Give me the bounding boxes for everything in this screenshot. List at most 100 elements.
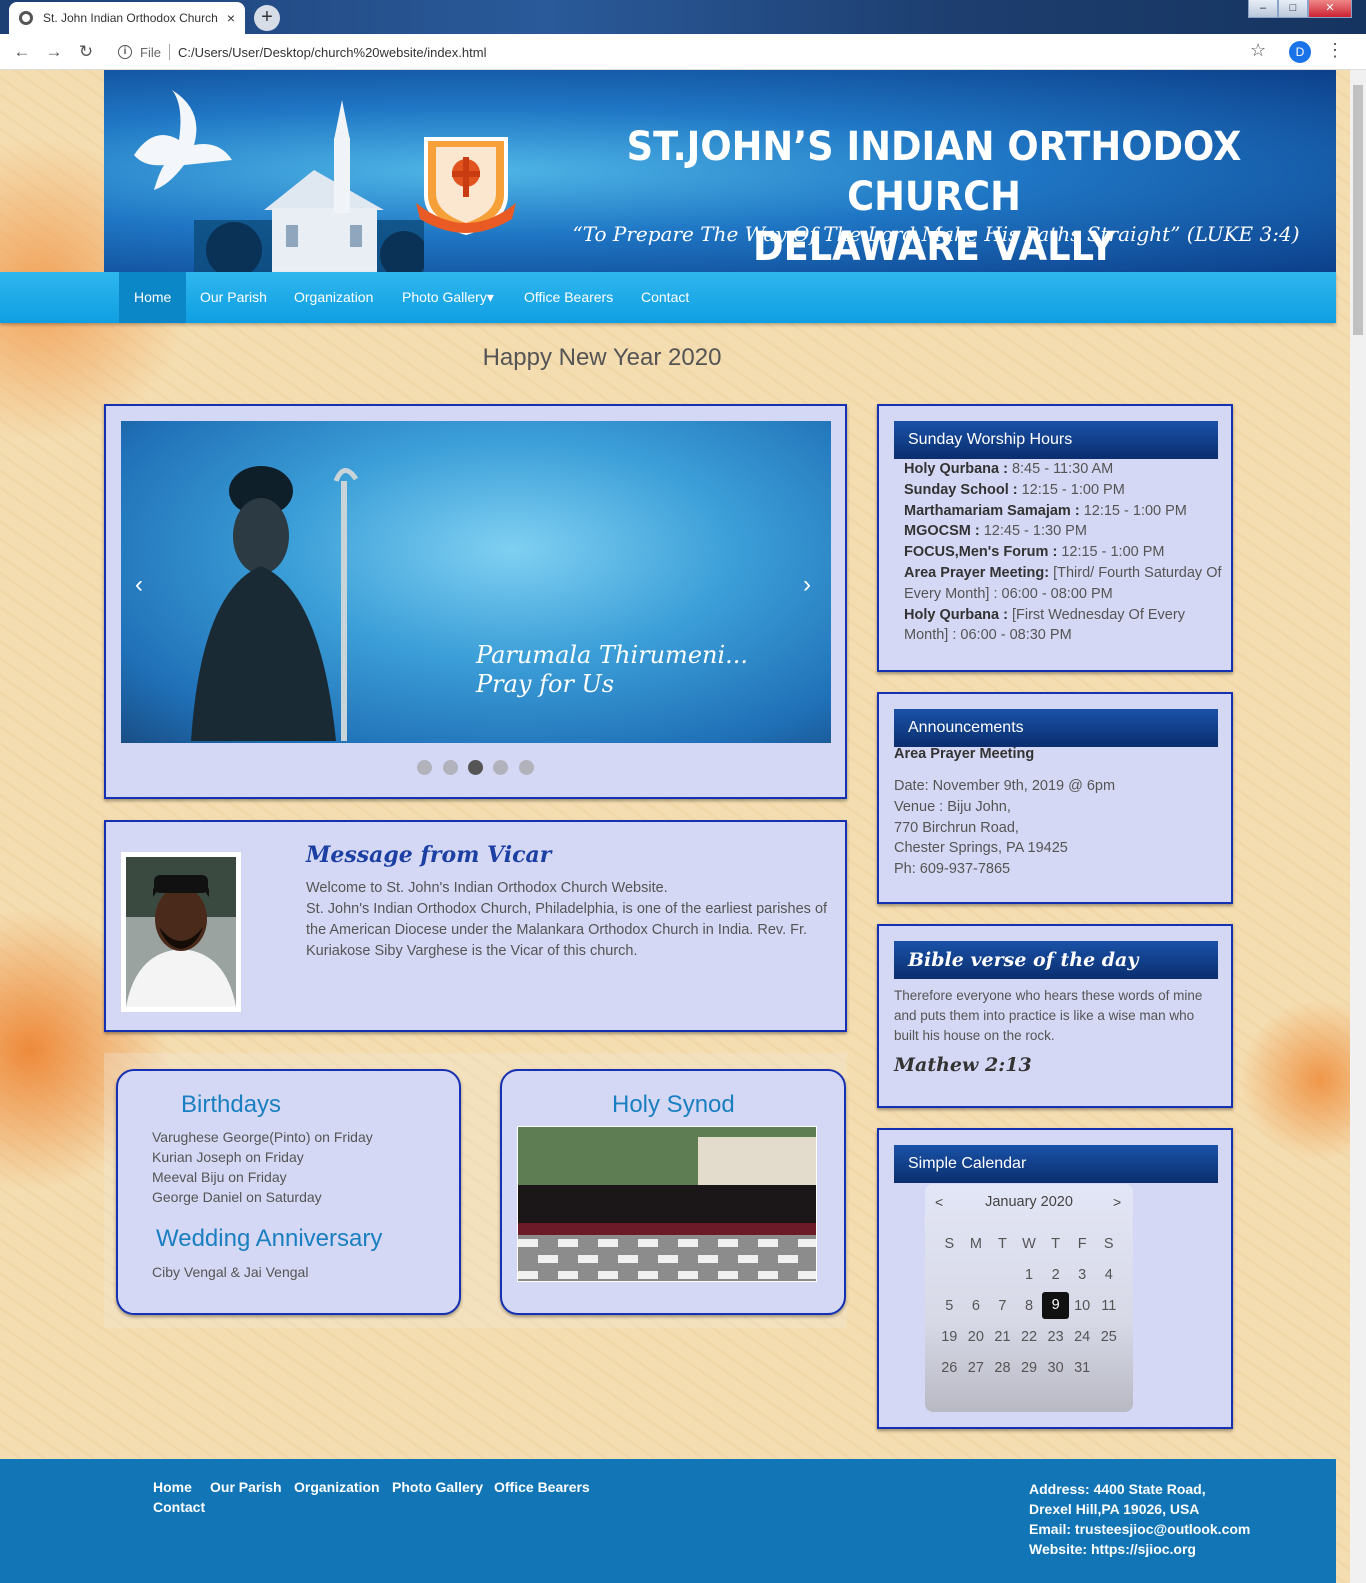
announcements-panel: Announcements Area Prayer Meeting Date: … — [877, 692, 1233, 904]
profile-avatar[interactable]: D — [1289, 41, 1311, 63]
calendar-day[interactable]: 22 — [1016, 1329, 1043, 1345]
calendar-day[interactable]: 24 — [1069, 1329, 1096, 1345]
list-item-label: MGOCSM : — [904, 523, 980, 540]
carousel-dot[interactable] — [518, 760, 534, 775]
reload-icon[interactable]: ↻ — [70, 42, 102, 62]
list-item-value: 12:15 - 1:00 PM — [1079, 502, 1187, 519]
footer-email[interactable]: Email: trusteesjioc@outlook.com — [1029, 1519, 1250, 1539]
nav-our-parish[interactable]: Our Parish — [185, 272, 282, 323]
address-bar[interactable]: i File C:/Users/User/Desktop/church%20we… — [106, 38, 1286, 66]
url-text[interactable]: C:/Users/User/Desktop/church%20website/i… — [178, 45, 487, 60]
calendar-weekday: T — [998, 1235, 1007, 1252]
calendar-day[interactable]: 1 — [1016, 1267, 1043, 1283]
calendar-day[interactable]: 27 — [963, 1360, 990, 1376]
calendar-weekday: S — [1103, 1235, 1114, 1252]
carousel-indicators — [106, 760, 845, 780]
footer-link-home[interactable]: Home — [153, 1479, 192, 1495]
browser-tab[interactable]: St. John Indian Orthodox Church × — [9, 2, 245, 34]
list-item: Chester Springs, PA 19425 — [894, 840, 1068, 857]
announcements-title: Announcements — [894, 709, 1218, 747]
new-tab-button[interactable]: + — [254, 5, 280, 31]
site-banner: ST.JOHN’S INDIAN ORTHODOX CHURCH DELAWAR… — [104, 70, 1336, 272]
anniversary-list: Ciby Vengal & Jai Vengal — [152, 1262, 308, 1282]
holy-synod-photo[interactable] — [517, 1126, 817, 1282]
carousel-prev-icon[interactable]: ‹ — [135, 571, 143, 599]
carousel-dot[interactable] — [417, 760, 433, 775]
footer-address: Address: 4400 State Road, Drexel Hill,PA… — [1029, 1479, 1250, 1559]
calendar-next-button[interactable]: > — [1113, 1194, 1121, 1210]
window-close-button[interactable]: ✕ — [1308, 0, 1352, 18]
saint-portrait-image — [191, 466, 359, 741]
calendar-day[interactable]: 21 — [989, 1329, 1016, 1345]
footer-website[interactable]: Website: https://sjioc.org — [1029, 1539, 1250, 1559]
footer-address-line: Drexel Hill,PA 19026, USA — [1029, 1501, 1200, 1517]
calendar-day[interactable]: 20 — [963, 1329, 990, 1345]
calendar-month: January 2020 — [985, 1194, 1073, 1210]
calendar-day[interactable]: 19 — [936, 1329, 963, 1345]
calendar-week-row: 26 27 28 29 30 31 — [936, 1352, 1122, 1383]
carousel-dot[interactable] — [493, 760, 509, 775]
nav-organization[interactable]: Organization — [279, 272, 388, 323]
page-scrollbar[interactable] — [1350, 70, 1366, 1583]
calendar-day[interactable]: 10 — [1069, 1298, 1096, 1314]
calendar-day[interactable]: 4 — [1095, 1267, 1122, 1283]
calendar-day[interactable]: 25 — [1095, 1329, 1122, 1345]
holy-synod-title: Holy Synod — [612, 1091, 735, 1118]
footer-link-photo-gallery[interactable]: Photo Gallery — [392, 1479, 483, 1495]
calendar-day-today[interactable]: 9 — [1042, 1292, 1069, 1319]
calendar-weekday: S — [944, 1235, 955, 1252]
footer-link-office-bearers[interactable]: Office Bearers — [494, 1479, 590, 1495]
nav-office-bearers[interactable]: Office Bearers — [509, 272, 628, 323]
calendar-title: Simple Calendar — [894, 1145, 1218, 1183]
footer-address-line: Address: 4400 State Road, — [1029, 1481, 1206, 1497]
footer-link-our-parish[interactable]: Our Parish — [210, 1479, 282, 1495]
bookmark-star-icon[interactable]: ☆ — [1250, 40, 1266, 61]
nav-contact[interactable]: Contact — [626, 272, 704, 323]
calendar-day[interactable]: 7 — [989, 1298, 1016, 1314]
calendar-day[interactable]: 11 — [1095, 1298, 1122, 1314]
forward-icon[interactable]: → — [38, 42, 70, 62]
globe-icon — [19, 11, 33, 25]
calendar-day[interactable]: 3 — [1069, 1267, 1096, 1283]
list-item-label: Area Prayer Meeting: — [904, 564, 1050, 581]
bible-verse-text: Therefore everyone who hears these words… — [894, 988, 1203, 1043]
carousel-next-icon[interactable]: › — [803, 571, 811, 599]
calendar-day[interactable]: 8 — [1016, 1298, 1043, 1314]
close-tab-icon[interactable]: × — [227, 10, 235, 26]
tab-title: St. John Indian Orthodox Church — [43, 11, 218, 25]
list-item-label: FOCUS,Men's Forum : — [904, 544, 1058, 561]
carousel-dot-active[interactable] — [468, 760, 483, 775]
image-carousel: Parumala Thirumeni... Pray for Us ‹ › — [104, 404, 847, 799]
scrollbar-thumb[interactable] — [1353, 85, 1363, 335]
calendar-day[interactable]: 30 — [1042, 1360, 1069, 1376]
footer-link-contact[interactable]: Contact — [153, 1499, 205, 1515]
calendar-day[interactable]: 29 — [1016, 1360, 1043, 1376]
chevron-down-icon: ▾ — [486, 289, 494, 305]
nav-home[interactable]: Home — [119, 272, 187, 323]
site-footer: Home Our Parish Organization Photo Galle… — [0, 1459, 1336, 1583]
info-icon[interactable]: i — [118, 45, 132, 59]
list-item: 770 Birchrun Road, — [894, 819, 1019, 836]
calendar-day[interactable]: 23 — [1042, 1329, 1069, 1345]
nav-photo-gallery[interactable]: Photo Gallery▾ — [387, 272, 509, 323]
minimize-button[interactable]: – — [1248, 0, 1278, 18]
calendar-day[interactable]: 5 — [936, 1298, 963, 1314]
calendar-weekday: T — [1051, 1235, 1061, 1252]
calendar-day[interactable]: 28 — [989, 1360, 1016, 1376]
maximize-button[interactable]: □ — [1278, 0, 1308, 18]
carousel-dot[interactable] — [442, 760, 458, 775]
list-item-label: Holy Qurbana : — [904, 606, 1008, 623]
birthdays-title: Birthdays — [181, 1091, 282, 1118]
footer-link-organization[interactable]: Organization — [294, 1479, 380, 1495]
back-icon[interactable]: ← — [6, 42, 38, 62]
bible-verse-reference: Mathew 2:13 — [894, 1054, 1032, 1076]
list-item: Holy Qurbana : [First Wednesday Of Every… — [904, 605, 1224, 647]
calendar-day[interactable]: 6 — [963, 1298, 990, 1314]
calendar-day[interactable]: 26 — [936, 1360, 963, 1376]
list-item: Varughese George(Pinto) on Friday — [152, 1129, 373, 1145]
list-item: Sunday School : 12:15 - 1:00 PM — [904, 480, 1224, 501]
browser-menu-icon[interactable]: ⋮ — [1326, 40, 1344, 61]
vicar-message-line2: St. John's Indian Orthodox Church, Phila… — [306, 901, 828, 959]
calendar-day[interactable]: 31 — [1069, 1360, 1096, 1376]
calendar-day[interactable]: 2 — [1042, 1267, 1069, 1283]
